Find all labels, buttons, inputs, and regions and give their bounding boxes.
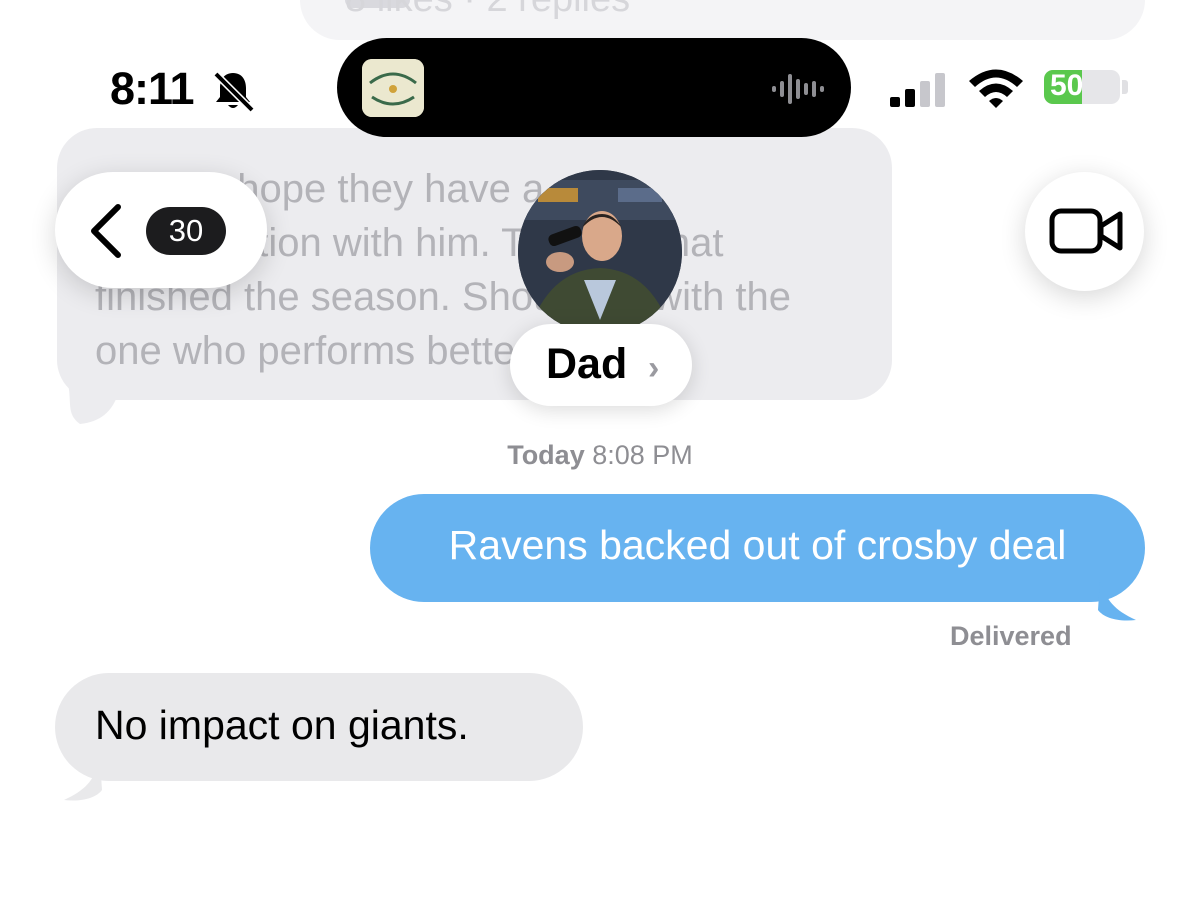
video-camera-icon[interactable] xyxy=(1049,206,1124,256)
bell-slash-icon xyxy=(213,71,255,113)
battery-percent: 50 xyxy=(1050,70,1084,102)
sent-message-text: Ravens backed out of crosby deal xyxy=(448,522,1067,568)
previous-message-tail xyxy=(68,384,118,424)
battery-tip xyxy=(1122,80,1128,94)
cellular-signal-icon xyxy=(890,73,945,107)
battery-indicator: 50 xyxy=(1044,70,1120,104)
now-playing-artwork[interactable] xyxy=(362,59,424,117)
sent-message-tail xyxy=(1098,580,1136,621)
contact-avatar[interactable] xyxy=(518,170,682,334)
received-message-tail xyxy=(64,760,102,801)
waveform-icon xyxy=(772,74,824,104)
contact-name[interactable]: Dad xyxy=(546,340,627,389)
timestamp-day: Today xyxy=(507,440,585,470)
avatar-photo xyxy=(518,170,682,334)
podcast-logo-icon xyxy=(362,59,424,117)
delivery-status: Delivered xyxy=(950,621,1072,651)
status-time: 8:11 xyxy=(110,63,195,114)
received-message-text: No impact on giants. xyxy=(95,702,469,748)
chevron-right-icon[interactable]: › xyxy=(648,349,659,388)
message-timestamp: Today 8:08 PM xyxy=(0,440,1200,471)
previous-post-stats: 8 likes · 2 replies xyxy=(345,0,865,21)
timestamp-time: 8:08 PM xyxy=(592,440,693,470)
wifi-icon xyxy=(969,69,1023,108)
unread-count-badge: 30 xyxy=(146,207,226,255)
chevron-left-icon[interactable] xyxy=(88,203,124,259)
